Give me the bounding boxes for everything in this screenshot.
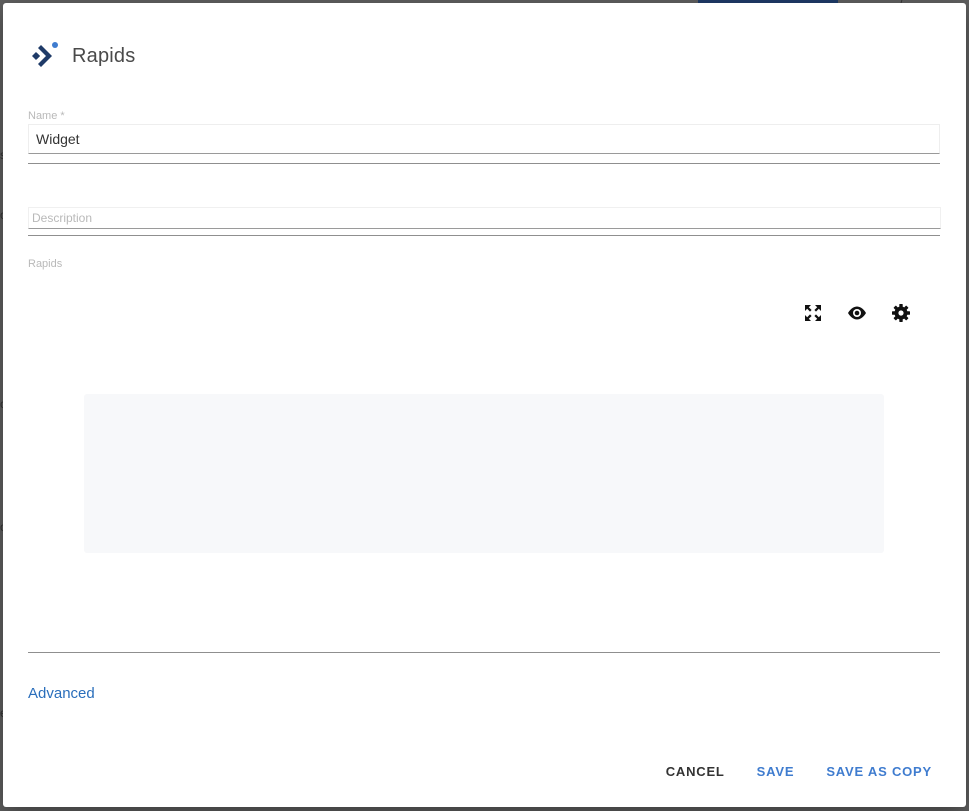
- save-button[interactable]: SAVE: [741, 758, 811, 785]
- cancel-button[interactable]: CANCEL: [650, 758, 741, 785]
- editor-toolbar: [803, 303, 911, 323]
- preview-icon: [848, 306, 866, 320]
- rapids-logo-icon: [32, 42, 58, 67]
- name-field-divider: [28, 163, 940, 164]
- settings-icon: [892, 304, 910, 322]
- editor-divider: [28, 652, 940, 653]
- fullscreen-icon: [805, 305, 821, 321]
- dialog-title: Rapids: [72, 44, 136, 67]
- rapid-editor-canvas[interactable]: [84, 394, 884, 553]
- description-input[interactable]: [28, 207, 941, 229]
- dialog-actions: CANCEL SAVE SAVE AS COPY: [650, 758, 948, 785]
- dialog-header: Rapids: [28, 41, 135, 71]
- rapids-field-label: Rapids: [28, 258, 63, 270]
- name-field-label: Name *: [28, 110, 65, 122]
- description-field-divider: [28, 235, 940, 236]
- name-input[interactable]: [28, 124, 940, 154]
- advanced-link[interactable]: Advanced: [28, 685, 95, 702]
- edit-rapid-dialog: Rapids Name * Rapids: [3, 3, 966, 807]
- save-as-copy-button[interactable]: SAVE AS COPY: [810, 758, 948, 785]
- fullscreen-button[interactable]: [803, 303, 823, 323]
- settings-button[interactable]: [891, 303, 911, 323]
- preview-button[interactable]: [847, 303, 867, 323]
